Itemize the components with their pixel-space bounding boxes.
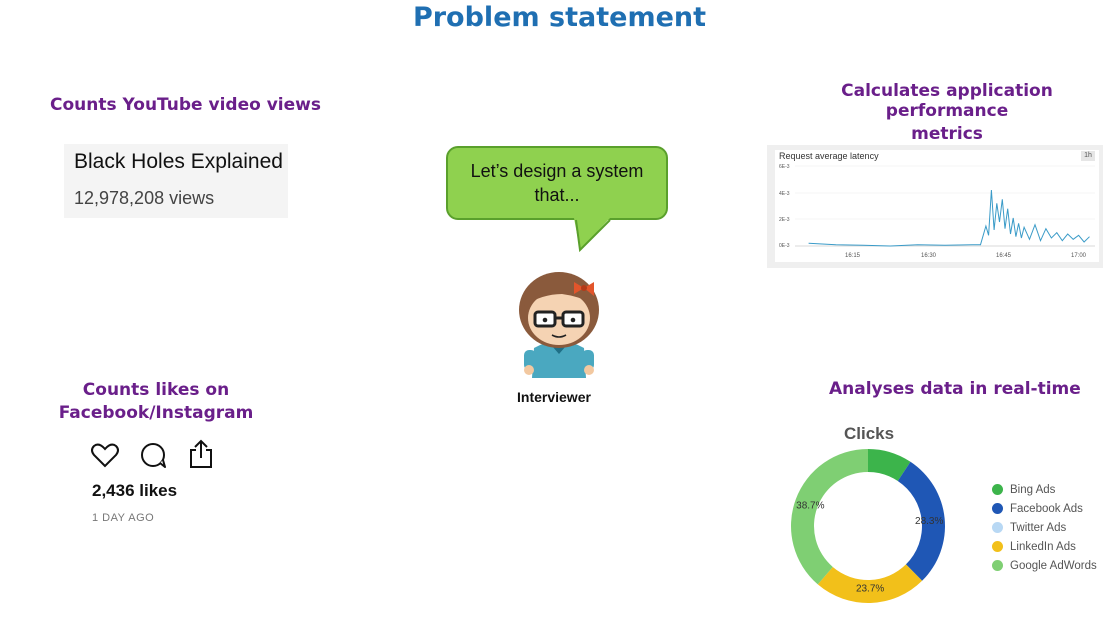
likes-count: 2,436 likes bbox=[92, 481, 178, 500]
legend-swatch bbox=[992, 484, 1003, 495]
realtime-heading: Analyses data in real-time bbox=[829, 379, 1081, 399]
legend-label: Bing Ads bbox=[1010, 483, 1056, 496]
y-tick-label: 2E-3 bbox=[779, 217, 790, 223]
legend-swatch bbox=[992, 560, 1003, 571]
legend-label: Facebook Ads bbox=[1010, 502, 1083, 515]
legend-swatch bbox=[992, 503, 1003, 514]
perf-heading-line-2: metrics bbox=[911, 124, 983, 144]
heart-icon[interactable] bbox=[90, 440, 120, 470]
post-time: 1 DAY AGO bbox=[92, 512, 155, 524]
legend-label: Google AdWords bbox=[1010, 559, 1097, 572]
social-heading: Counts likes on Facebook/Instagram bbox=[58, 380, 254, 423]
legend-swatch bbox=[992, 522, 1003, 533]
interviewer-label: Interviewer bbox=[517, 389, 591, 405]
legend-item[interactable]: Twitter Ads bbox=[992, 518, 1097, 537]
legend-item[interactable]: LinkedIn Ads bbox=[992, 537, 1097, 556]
y-tick-label: 0E-3 bbox=[779, 243, 790, 249]
social-heading-line-1: Counts likes on bbox=[82, 380, 230, 400]
youtube-heading: Counts YouTube video views bbox=[50, 95, 321, 115]
legend-item[interactable]: Google AdWords bbox=[992, 556, 1097, 575]
perf-heading: Calculates application performance metri… bbox=[782, 81, 1112, 144]
video-title: Black Holes Explained bbox=[74, 150, 283, 173]
x-tick-label: 16:30 bbox=[921, 253, 937, 259]
speech-bubble: Let’s design a system that... bbox=[446, 146, 668, 220]
x-tick-label: 16:15 bbox=[845, 253, 861, 259]
clicks-chart-title: Clicks bbox=[844, 424, 895, 443]
social-heading-line-2: Facebook/Instagram bbox=[58, 403, 254, 423]
x-tick-label: 17:00 bbox=[1071, 253, 1087, 259]
speech-bubble-tail bbox=[574, 218, 611, 253]
share-icon[interactable] bbox=[186, 438, 216, 470]
donut-slice-label: 23.7% bbox=[856, 583, 884, 594]
y-tick-label: 4E-3 bbox=[779, 191, 790, 197]
legend-label: Twitter Ads bbox=[1010, 521, 1067, 534]
legend-item[interactable]: Bing Ads bbox=[992, 480, 1097, 499]
page-title: Problem statement bbox=[412, 2, 707, 33]
perf-heading-line-1: Calculates application performance bbox=[841, 81, 1053, 121]
speech-line-1: Let’s design a system bbox=[470, 161, 644, 181]
donut-slice bbox=[791, 449, 868, 585]
legend-item[interactable]: Facebook Ads bbox=[992, 499, 1097, 518]
y-tick-label: 6E-3 bbox=[779, 164, 790, 170]
latency-chart: 6E-3 4E-3 2E-3 0E-3 16:15 16:30 16:45 17… bbox=[779, 164, 1095, 259]
legend-label: LinkedIn Ads bbox=[1010, 540, 1076, 553]
speech-line-2: that... bbox=[534, 185, 580, 205]
comment-icon[interactable] bbox=[138, 440, 168, 470]
donut-slice-label: 38.7% bbox=[796, 501, 824, 512]
x-tick-label: 16:45 bbox=[996, 253, 1012, 259]
interviewer-avatar bbox=[519, 272, 599, 378]
clicks-donut-chart: 28.3% 23.7% 38.7% bbox=[791, 449, 945, 603]
legend-swatch bbox=[992, 541, 1003, 552]
clicks-legend: Bing Ads Facebook Ads Twitter Ads LinkedIn … bbox=[992, 480, 1097, 575]
video-views: 12,978,208 views bbox=[74, 188, 215, 208]
donut-slice-label: 28.3% bbox=[915, 516, 943, 527]
latency-series-line bbox=[808, 189, 1090, 247]
